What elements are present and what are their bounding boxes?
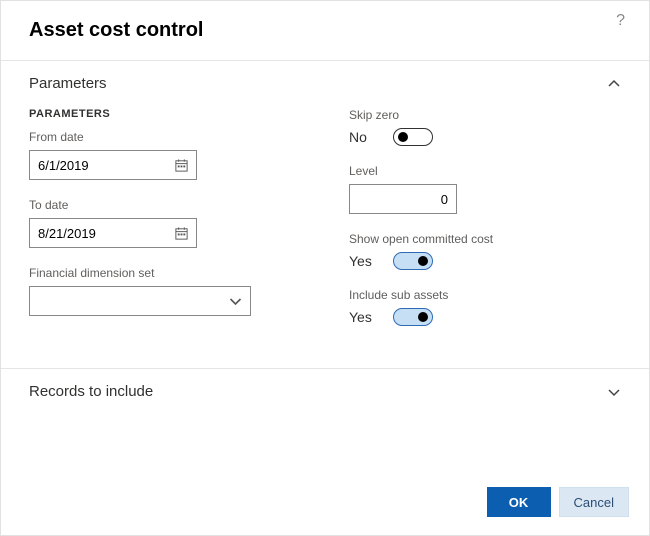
include-sub-assets-row: Yes xyxy=(349,308,621,326)
from-date-field: From date xyxy=(29,130,301,180)
financial-dimension-input[interactable] xyxy=(30,287,220,315)
calendar-icon[interactable] xyxy=(166,219,196,247)
level-input[interactable] xyxy=(349,184,457,214)
financial-dimension-label: Financial dimension set xyxy=(29,266,301,280)
skip-zero-label: Skip zero xyxy=(349,108,621,122)
show-open-committed-toggle[interactable] xyxy=(393,252,433,270)
from-date-input[interactable] xyxy=(30,151,166,179)
ok-button[interactable]: OK xyxy=(487,487,551,517)
help-icon[interactable]: ? xyxy=(616,13,625,29)
to-date-input[interactable] xyxy=(30,219,166,247)
skip-zero-row: No xyxy=(349,128,621,146)
from-date-label: From date xyxy=(29,130,301,144)
skip-zero-field: Skip zero No xyxy=(349,108,621,146)
dialog: Asset cost control ? Parameters PARAMETE… xyxy=(0,0,650,536)
dialog-header: Asset cost control ? xyxy=(1,1,649,60)
show-open-committed-field: Show open committed cost Yes xyxy=(349,232,621,270)
dialog-footer: OK Cancel xyxy=(1,473,649,535)
skip-zero-toggle[interactable] xyxy=(393,128,433,146)
include-sub-assets-toggle[interactable] xyxy=(393,308,433,326)
chevron-down-icon[interactable] xyxy=(220,287,250,315)
chevron-up-icon xyxy=(607,77,621,91)
financial-dimension-field: Financial dimension set xyxy=(29,266,301,316)
skip-zero-value: No xyxy=(349,129,375,145)
from-date-input-wrap xyxy=(29,150,197,180)
calendar-icon[interactable] xyxy=(166,151,196,179)
level-label: Level xyxy=(349,164,621,178)
section-parameters-header[interactable]: Parameters xyxy=(1,60,649,102)
show-open-committed-row: Yes xyxy=(349,252,621,270)
include-sub-assets-label: Include sub assets xyxy=(349,288,621,302)
financial-dimension-select[interactable] xyxy=(29,286,251,316)
parameters-left-column: PARAMETERS From date xyxy=(29,108,301,344)
chevron-down-icon xyxy=(607,385,621,399)
section-records-title: Records to include xyxy=(29,383,153,400)
show-open-committed-label: Show open committed cost xyxy=(349,232,621,246)
parameters-right-column: Skip zero No Level Show open committed c… xyxy=(349,108,621,344)
to-date-field: To date xyxy=(29,198,301,248)
to-date-label: To date xyxy=(29,198,301,212)
parameters-body: PARAMETERS From date xyxy=(1,102,649,368)
dialog-title: Asset cost control xyxy=(29,19,203,42)
to-date-input-wrap xyxy=(29,218,197,248)
level-field: Level xyxy=(349,164,621,214)
show-open-committed-value: Yes xyxy=(349,253,375,269)
parameters-subhead: PARAMETERS xyxy=(29,108,301,120)
include-sub-assets-field: Include sub assets Yes xyxy=(349,288,621,326)
section-parameters-title: Parameters xyxy=(29,75,107,92)
include-sub-assets-value: Yes xyxy=(349,309,375,325)
section-records-header[interactable]: Records to include xyxy=(1,368,649,410)
cancel-button[interactable]: Cancel xyxy=(559,487,629,517)
